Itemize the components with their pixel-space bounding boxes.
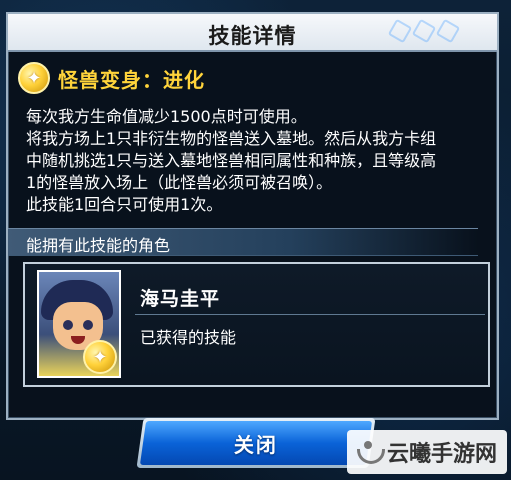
- close-button-frame: 关闭: [136, 418, 376, 468]
- description-line: 此技能1回合只可使用1次。: [26, 195, 223, 214]
- skill-description: 每次我方生命值减少1500点时可使用。 将我方场上1只非衍生物的怪兽送入墓地。然…: [26, 106, 491, 216]
- skill-name: 怪兽变身：进化: [58, 67, 205, 92]
- description-line: 将我方场上1只非衍生物的怪兽送入墓地。然后从我方卡组: [26, 129, 437, 148]
- dialog-titlebar: 技能详情: [8, 14, 497, 52]
- character-name: 海马圭平: [140, 288, 221, 310]
- hex-decoration: [387, 18, 471, 44]
- sparkle-star-icon: ✦: [18, 62, 50, 94]
- close-button-label: 关闭: [234, 432, 278, 457]
- skill-detail-dialog: 技能详情 ✦ 怪兽变身：进化 每次我方生命值减少1500点时可使用。 将我方场上…: [6, 12, 499, 420]
- owners-section-header: 能拥有此技能的角色: [8, 228, 478, 256]
- description-line: 每次我方生命值减少1500点时可使用。: [26, 107, 307, 126]
- skill-header: ✦ 怪兽变身：进化: [18, 62, 205, 94]
- divider: [135, 314, 485, 315]
- skill-acquired-status: 已获得的技能: [140, 328, 237, 347]
- section-title: 能拥有此技能的角色: [26, 236, 171, 255]
- watermark-text: 云曦手游网: [386, 442, 497, 467]
- close-button[interactable]: 关闭: [139, 421, 373, 465]
- character-portrait: ✦: [37, 270, 121, 378]
- description-line: 1的怪兽放入场上（此怪兽必须可被召唤）。: [26, 173, 333, 192]
- watermark: 云曦手游网: [346, 430, 507, 474]
- star-badge-icon: ✦: [83, 340, 117, 374]
- watermark-logo-icon: [355, 439, 385, 465]
- description-line: 中随机挑选1只与送入墓地怪兽相同属性和种族，且等级高: [26, 151, 437, 170]
- character-card[interactable]: ✦ 海马圭平 已获得的技能: [23, 262, 490, 387]
